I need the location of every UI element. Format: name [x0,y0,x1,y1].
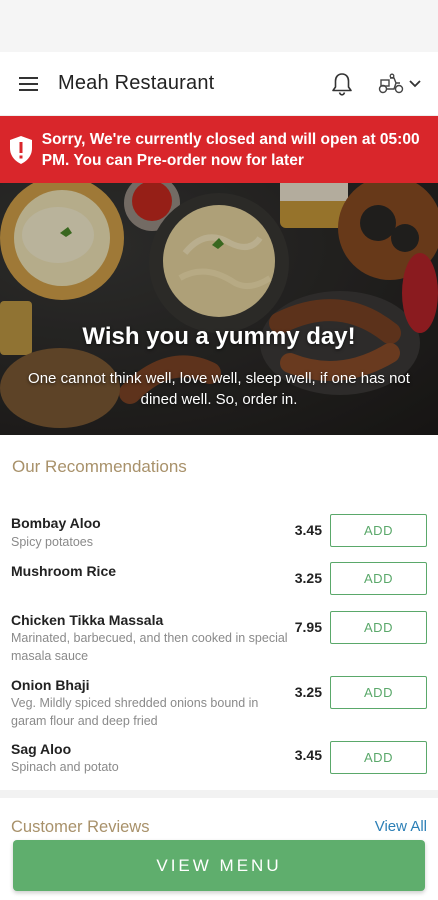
menu-button[interactable] [0,52,58,116]
hamburger-menu-icon [19,76,38,91]
hero-subtitle: One cannot think well, love well, sleep … [28,370,410,408]
add-button[interactable]: ADD [330,514,427,547]
item-price: 3.45 [294,747,322,763]
item-description: Marinated, barbecued, and then cooked in… [11,631,288,663]
view-menu-button[interactable]: VIEW MENU [13,840,425,891]
bell-icon [332,72,352,96]
list-item: Onion Bhaji Veg. Mildly spiced shredded … [0,667,438,733]
list-item: Sag Aloo Spinach and potato 3.45 ADD [0,733,438,781]
closed-message: Sorry, We're currently closed and will o… [41,130,420,169]
view-all-link[interactable]: View All [375,818,427,835]
status-bar [0,0,438,52]
item-price: 3.25 [294,684,322,700]
restaurant-title: Meah Restaurant [58,72,215,94]
delivery-mode-button[interactable] [368,52,430,116]
delivery-scooter-icon [378,73,404,93]
item-description: Veg. Mildly spiced shredded onions bound… [11,696,259,728]
item-name: Sag Aloo [11,741,72,757]
shield-alert-icon [0,135,42,165]
item-price: 7.95 [294,619,322,635]
chevron-down-icon [409,79,421,87]
item-name: Mushroom Rice [11,563,117,579]
hero-banner: Wish you a yummy day! One cannot think w… [0,183,438,435]
add-button[interactable]: ADD [330,611,427,644]
reviews-title: Customer Reviews [11,818,150,836]
item-name: Chicken Tikka Massala [11,612,164,628]
list-item: Bombay Aloo Spicy potatoes 3.45 ADD [0,505,438,553]
hero-title: Wish you a yummy day! [82,323,356,350]
item-price: 3.45 [294,522,322,538]
closed-notice-banner: Sorry, We're currently closed and will o… [0,116,438,183]
add-button[interactable]: ADD [330,741,427,774]
item-name: Onion Bhaji [11,677,90,693]
section-divider [0,790,438,798]
add-button[interactable]: ADD [330,562,427,595]
app-header: Meah Restaurant [0,52,438,116]
list-item: Mushroom Rice 3.25 ADD [0,553,438,601]
item-description: Spicy potatoes [11,535,93,549]
item-price: 3.25 [294,570,322,586]
notifications-button[interactable] [322,52,362,116]
item-description: Spinach and potato [11,760,119,774]
item-name: Bombay Aloo [11,515,101,531]
list-item: Chicken Tikka Massala Marinated, barbecu… [0,601,438,667]
add-button[interactable]: ADD [330,676,427,709]
recommendations-title: Our Recommendations [12,457,187,476]
